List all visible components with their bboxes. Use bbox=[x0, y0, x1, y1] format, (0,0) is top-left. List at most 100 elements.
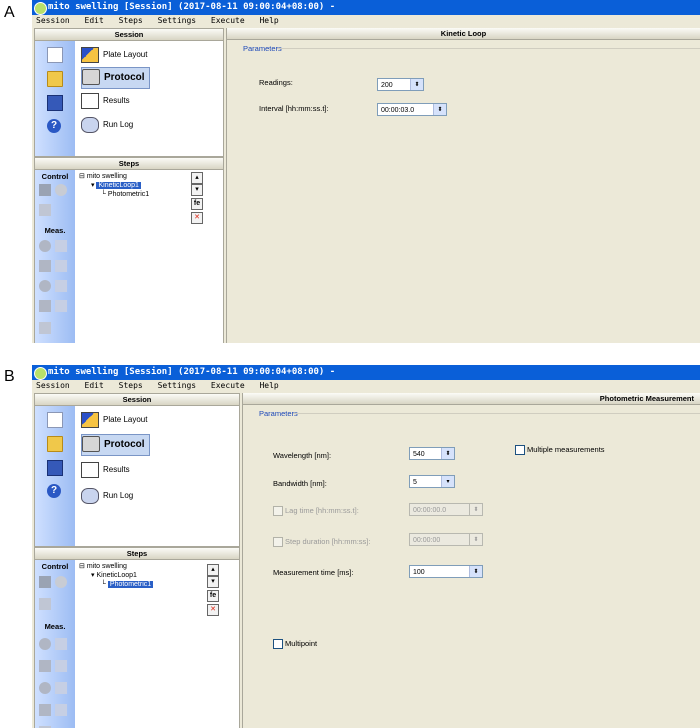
spin-icon[interactable]: ⬍ bbox=[410, 79, 423, 90]
session-item-run-log[interactable]: Run Log bbox=[81, 115, 133, 135]
steps-panel: Control Meas. ⊟ mito swelling ▾ KineticL… bbox=[34, 170, 224, 343]
help-icon[interactable]: ? bbox=[47, 119, 61, 133]
alpha-scan-icon[interactable] bbox=[55, 704, 67, 716]
spin-icon[interactable]: ⬍ bbox=[469, 504, 482, 515]
session-item-results[interactable]: Results bbox=[81, 91, 130, 111]
luminescence-scan-icon[interactable] bbox=[55, 682, 67, 694]
fluorescence-scan-icon[interactable] bbox=[55, 260, 67, 272]
spin-icon[interactable]: ⬍ bbox=[469, 534, 482, 545]
alpha-icon[interactable] bbox=[39, 300, 51, 312]
menu-session[interactable]: Session bbox=[36, 16, 70, 25]
session-item-protocol[interactable]: Protocol bbox=[81, 67, 150, 89]
alpha-icon[interactable] bbox=[39, 704, 51, 716]
step-duration-checkbox[interactable] bbox=[273, 537, 283, 547]
fluorescence-icon[interactable] bbox=[39, 260, 51, 272]
tree-item-photometric[interactable]: └ Photometric1 bbox=[79, 190, 149, 199]
panel-title: Kinetic Loop bbox=[227, 28, 700, 40]
menu-edit[interactable]: Edit bbox=[85, 381, 104, 390]
menu-execute[interactable]: Execute bbox=[211, 381, 245, 390]
spin-icon[interactable]: ⬍ bbox=[469, 566, 482, 577]
menu-session[interactable]: Session bbox=[36, 381, 70, 390]
spin-icon[interactable]: ⬍ bbox=[441, 448, 454, 459]
open-folder-icon[interactable] bbox=[47, 71, 63, 87]
menu-steps[interactable]: Steps bbox=[119, 16, 143, 25]
luminescence-icon[interactable] bbox=[39, 280, 51, 292]
measurement-time-stepper[interactable]: 100 ⬍ bbox=[409, 565, 483, 578]
menu-bar: Session Edit Steps Settings Execute Help bbox=[32, 15, 700, 27]
plate-icon[interactable] bbox=[39, 184, 51, 196]
multipoint-label: Multipoint bbox=[285, 639, 318, 648]
menu-steps[interactable]: Steps bbox=[119, 381, 143, 390]
session-item-plate-layout[interactable]: Plate Layout bbox=[81, 45, 147, 65]
step-duration-stepper[interactable]: 00:00:00 ⬍ bbox=[409, 533, 483, 546]
move-down-button[interactable]: ▾ bbox=[207, 576, 219, 588]
kinetic-icon[interactable] bbox=[39, 598, 51, 610]
session-item-plate-layout[interactable]: Plate Layout bbox=[81, 410, 147, 430]
move-down-button[interactable]: ▾ bbox=[191, 184, 203, 196]
title-bar: mito swelling [Session] (2017-08-11 09:0… bbox=[32, 0, 700, 15]
move-up-button[interactable]: ▴ bbox=[207, 564, 219, 576]
absorbance-icon[interactable] bbox=[39, 240, 51, 252]
results-icon bbox=[81, 461, 99, 478]
menu-settings[interactable]: Settings bbox=[158, 381, 197, 390]
help-icon[interactable]: ? bbox=[47, 484, 61, 498]
wavelength-stepper[interactable]: 540 ⬍ bbox=[409, 447, 455, 460]
tree-item-root[interactable]: ⊟ mito swelling bbox=[79, 172, 149, 181]
chevron-down-icon[interactable]: ▾ bbox=[441, 476, 454, 487]
interval-value: 00:00:03.0 bbox=[381, 107, 415, 114]
save-disk-icon[interactable] bbox=[47, 460, 63, 476]
rename-button[interactable]: fe bbox=[207, 590, 219, 602]
timer-icon[interactable] bbox=[39, 322, 51, 334]
tree-item-root[interactable]: ⊟ mito swelling bbox=[79, 562, 153, 571]
fluorescence-icon[interactable] bbox=[39, 660, 51, 672]
window-title: mito swelling [Session] (2017-08-11 09:0… bbox=[48, 367, 336, 377]
save-disk-icon[interactable] bbox=[47, 95, 63, 111]
luminescence-icon[interactable] bbox=[39, 682, 51, 694]
spin-icon[interactable]: ⬍ bbox=[433, 104, 446, 115]
readings-stepper[interactable]: 200 ⬍ bbox=[377, 78, 424, 91]
kinetic-icon[interactable] bbox=[39, 204, 51, 216]
open-folder-icon[interactable] bbox=[47, 436, 63, 452]
absorbance-scan-icon[interactable] bbox=[55, 638, 67, 650]
multipoint-checkbox[interactable] bbox=[273, 639, 283, 649]
move-up-button[interactable]: ▴ bbox=[191, 172, 203, 184]
interval-label: Interval [hh:mm:ss.t]: bbox=[259, 104, 329, 113]
absorbance-scan-icon[interactable] bbox=[55, 240, 67, 252]
run-log-icon bbox=[81, 116, 99, 133]
delete-icon[interactable]: ✕ bbox=[191, 212, 203, 224]
panel-label-b: B bbox=[4, 368, 15, 385]
tree-item-kineticloop[interactable]: ▾ KineticLoop1 bbox=[79, 571, 153, 580]
menu-help[interactable]: Help bbox=[259, 16, 278, 25]
interval-stepper[interactable]: 00:00:03.0 ⬍ bbox=[377, 103, 447, 116]
session-item-results[interactable]: Results bbox=[81, 460, 130, 480]
plate-icon[interactable] bbox=[39, 576, 51, 588]
tree-item-photometric[interactable]: └ Photometric1 bbox=[79, 580, 154, 589]
menu-settings[interactable]: Settings bbox=[158, 16, 197, 25]
menu-execute[interactable]: Execute bbox=[211, 16, 245, 25]
new-document-icon[interactable] bbox=[47, 47, 63, 63]
lag-time-stepper[interactable]: 00:00:00.0 ⬍ bbox=[409, 503, 483, 516]
bandwidth-select[interactable]: 5 ▾ bbox=[409, 475, 455, 488]
multiple-measurements-checkbox[interactable] bbox=[515, 445, 525, 455]
app-icon bbox=[34, 2, 47, 15]
menu-help[interactable]: Help bbox=[259, 381, 278, 390]
luminescence-scan-icon[interactable] bbox=[55, 280, 67, 292]
alpha-scan-icon[interactable] bbox=[55, 300, 67, 312]
cylinder-icon[interactable] bbox=[55, 184, 67, 196]
bandwidth-value: 5 bbox=[413, 479, 417, 486]
absorbance-icon[interactable] bbox=[39, 638, 51, 650]
cylinder-icon[interactable] bbox=[55, 576, 67, 588]
rename-button[interactable]: fe bbox=[191, 198, 203, 210]
menu-edit[interactable]: Edit bbox=[85, 16, 104, 25]
tree-item-kineticloop[interactable]: ▾ KineticLoop1 bbox=[79, 181, 149, 190]
lag-time-checkbox[interactable] bbox=[273, 506, 283, 516]
new-document-icon[interactable] bbox=[47, 412, 63, 428]
run-log-icon bbox=[81, 487, 99, 504]
session-item-protocol[interactable]: Protocol bbox=[81, 434, 150, 456]
steps-header: Steps bbox=[34, 547, 240, 560]
delete-icon[interactable]: ✕ bbox=[207, 604, 219, 616]
steps-tree: ⊟ mito swelling ▾ KineticLoop1 └ Photome… bbox=[79, 562, 154, 589]
fluorescence-scan-icon[interactable] bbox=[55, 660, 67, 672]
steps-panel: Control Meas. ⊟ mito swelling ▾ KineticL… bbox=[34, 560, 240, 728]
session-item-run-log[interactable]: Run Log bbox=[81, 486, 133, 506]
